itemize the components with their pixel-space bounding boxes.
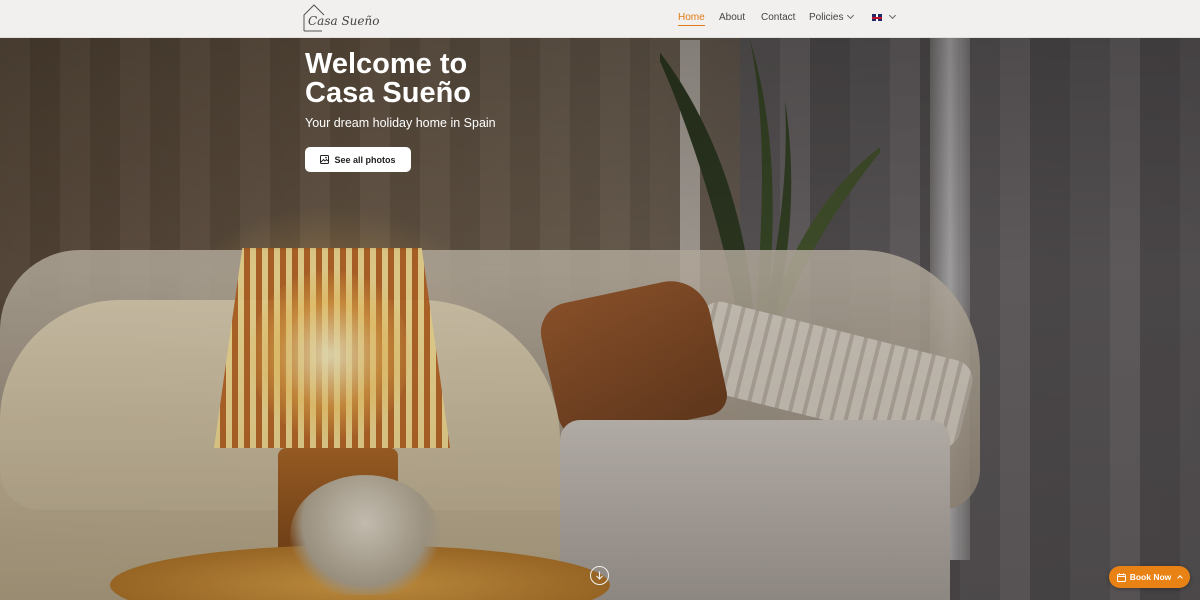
nav-contact[interactable]: Contact xyxy=(761,12,795,23)
nav-about[interactable]: About xyxy=(719,12,745,23)
chevron-down-icon xyxy=(847,11,855,20)
site-logo[interactable]: Casa Sueño xyxy=(302,3,379,33)
hero-subtitle: Your dream holiday home in Spain xyxy=(305,116,496,130)
uk-flag-icon[interactable] xyxy=(872,14,882,21)
chevron-up-icon xyxy=(1177,575,1184,581)
nav-policies[interactable]: Policies xyxy=(809,11,855,23)
nav-policies-label: Policies xyxy=(809,12,844,23)
book-now-label: Book Now xyxy=(1129,572,1172,582)
hero-title-line1: Welcome to xyxy=(305,48,468,80)
hero-title-line2: Casa Sueño xyxy=(305,77,471,109)
see-all-photos-label: See all photos xyxy=(334,154,396,165)
hero-title: Welcome to Casa Sueño xyxy=(305,50,605,108)
see-all-photos-button[interactable]: See all photos xyxy=(305,147,411,172)
language-chevron-down-icon[interactable] xyxy=(888,11,897,20)
nav-home[interactable]: Home xyxy=(678,12,705,26)
logo-text: Casa Sueño xyxy=(308,14,380,28)
scroll-down-button[interactable] xyxy=(590,566,609,585)
book-now-button[interactable]: Book Now xyxy=(1109,566,1190,588)
site-header: Casa Sueño Home About Contact Policies xyxy=(0,0,1200,38)
image-icon xyxy=(320,155,330,164)
arrow-down-icon xyxy=(596,571,603,580)
calendar-icon xyxy=(1116,572,1126,582)
